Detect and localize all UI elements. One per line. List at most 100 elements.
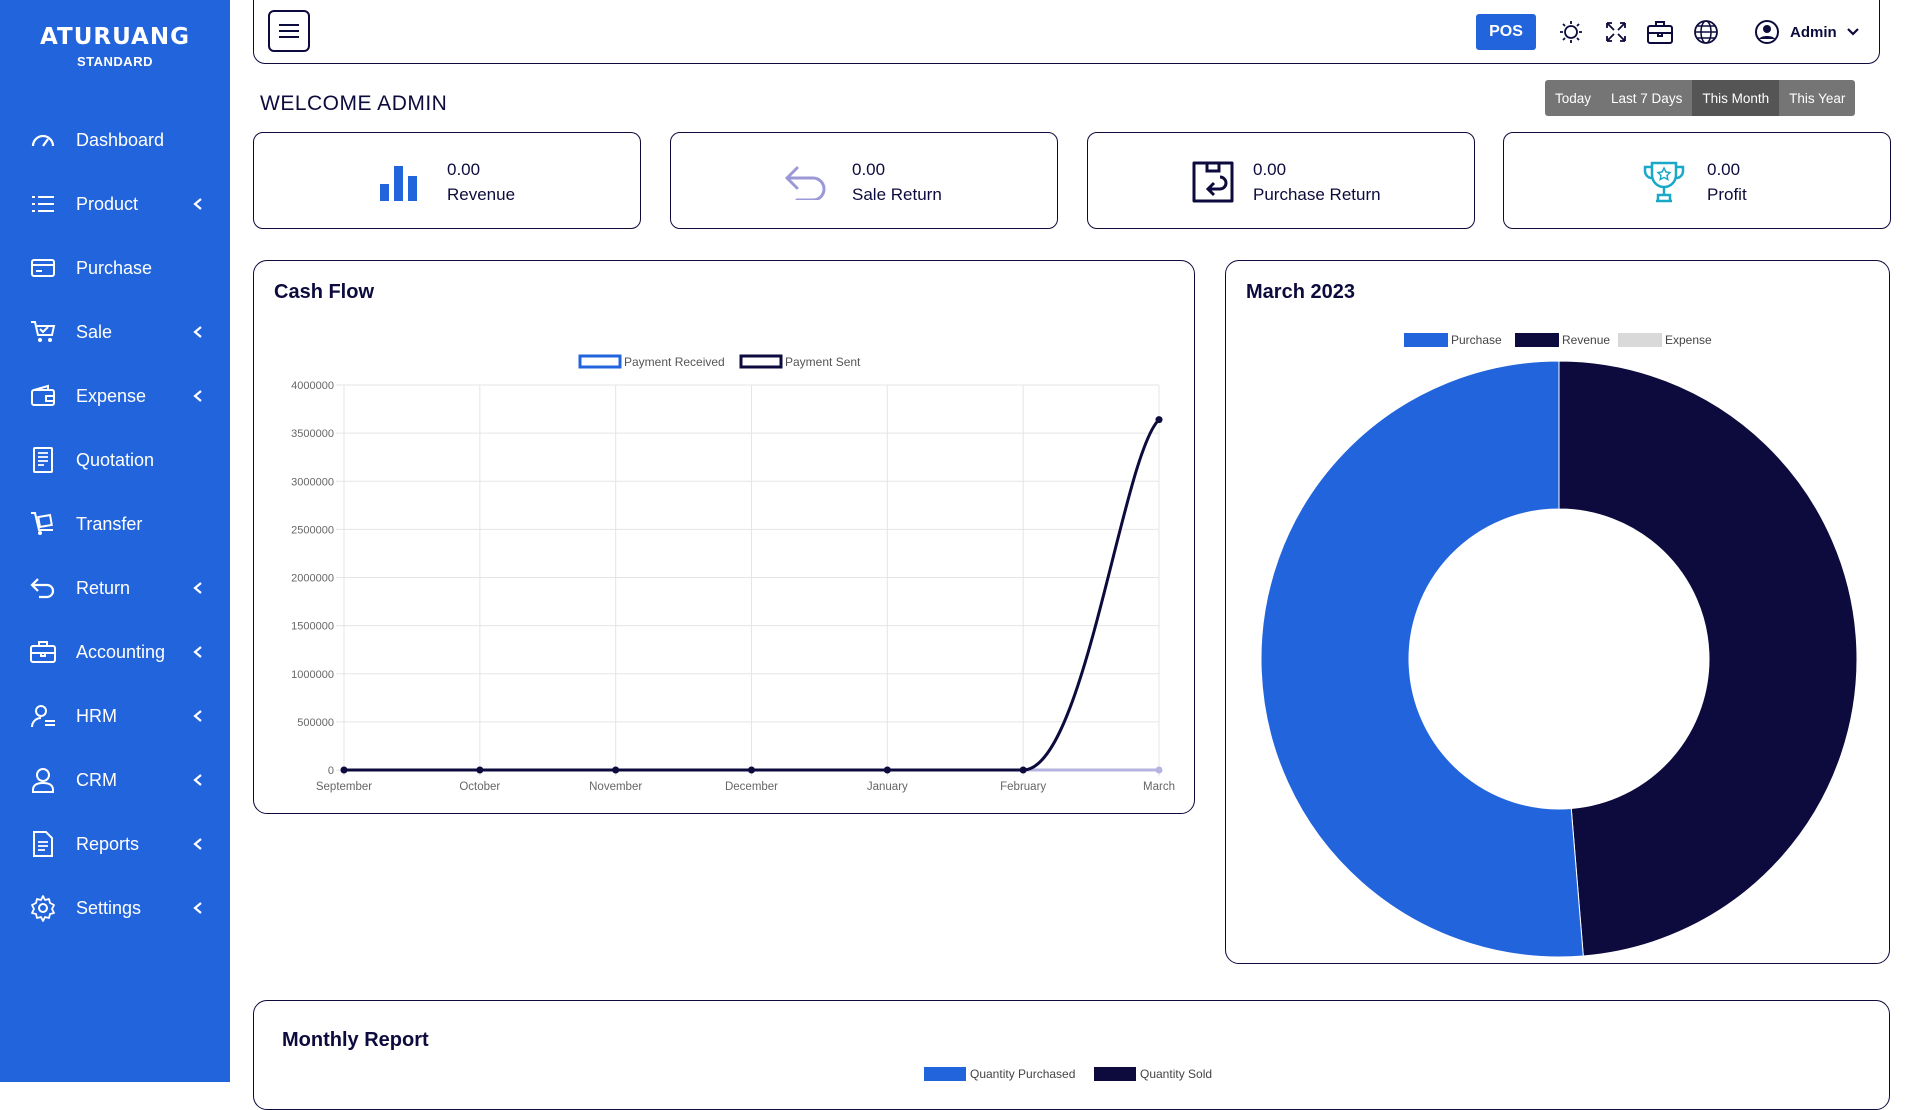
legend-label: Quantity Sold (1140, 1067, 1213, 1081)
date-range-selector: Today Last 7 Days This Month This Year (1545, 80, 1856, 116)
legend-swatch (1618, 333, 1662, 347)
wallet-icon (28, 381, 58, 411)
avatar (1755, 20, 1779, 44)
sidebar-item-label: Quotation (76, 449, 155, 470)
data-point[interactable] (748, 766, 755, 774)
chevron-left-icon (190, 194, 206, 214)
sidebar-item-label: Settings (76, 897, 142, 918)
fullscreen-icon[interactable] (1602, 18, 1630, 46)
y-tick-label: 500000 (297, 717, 334, 729)
legend-swatch (1515, 333, 1559, 347)
data-point[interactable] (1019, 766, 1027, 774)
sidebar-item-label: Accounting (76, 641, 166, 662)
slice-revenue[interactable] (1558, 360, 1858, 957)
return-icon (781, 157, 831, 207)
sidebar-nav: Dashboard Product Purchase Sale Expense Quota… (0, 108, 230, 940)
page-title: WELCOME ADMIN (260, 92, 448, 115)
sidebar-item-label: Dashboard (76, 129, 165, 150)
x-tick-label: January (867, 781, 908, 793)
sale-return-value: 0.00 (852, 160, 886, 179)
sidebar-item-label: Expense (76, 385, 147, 406)
legend-item-1[interactable]: Payment Sent (739, 354, 861, 369)
legend-item-0[interactable]: Payment Received (578, 354, 725, 369)
sidebar-item-label: Sale (76, 321, 113, 342)
data-point[interactable] (476, 766, 484, 774)
brand-logo[interactable]: ATURUANG STANDARD (0, 24, 230, 69)
legend-quantity-sold[interactable]: Quantity Sold (1094, 1067, 1212, 1081)
brand-edition: STANDARD (77, 54, 153, 69)
legend-item-purchase[interactable]: Purchase (1404, 333, 1502, 347)
menu-toggle-button[interactable] (268, 10, 310, 52)
data-point[interactable] (612, 766, 620, 774)
y-tick-label: 4000000 (291, 380, 334, 392)
cash-flow-chart: Payment Received Payment Sent 0 500000 10000… (291, 354, 1175, 793)
legend-swatch (578, 354, 622, 369)
x-tick-label: March (1143, 781, 1175, 793)
trolley-icon (28, 509, 58, 539)
chevron-left-icon (190, 898, 206, 918)
legend-quantity-purchased[interactable]: Quantity Purchased (924, 1067, 1075, 1081)
chevron-left-icon (190, 322, 206, 342)
y-tick-label: 1000000 (291, 669, 334, 681)
sidebar-item-product[interactable]: Product (0, 172, 230, 236)
y-tick-label: 0 (328, 765, 334, 777)
sidebar-item-crm[interactable]: CRM (0, 748, 230, 812)
globe-icon[interactable] (1692, 18, 1720, 46)
user-icon (28, 765, 58, 795)
chevron-left-icon (190, 770, 206, 790)
theme-toggle-icon[interactable] (1557, 18, 1585, 46)
sidebar-item-reports[interactable]: Reports (0, 812, 230, 876)
x-tick-label: February (1000, 781, 1046, 793)
range-this-month[interactable]: This Month (1692, 80, 1780, 116)
chevron-left-icon (190, 706, 206, 726)
sidebar-item-transfer[interactable]: Transfer (0, 492, 230, 556)
x-tick-label: December (725, 781, 778, 793)
x-tick-label: September (316, 781, 372, 793)
sidebar: ATURUANG STANDARD Dashboard Product Purcha… (0, 0, 230, 1082)
report-icon (28, 829, 58, 859)
donut-panel: March 2023 Purchase Revenue Expense (1225, 260, 1890, 964)
sidebar-item-label: HRM (76, 705, 117, 726)
user-menu[interactable]: Admin (1754, 18, 1861, 46)
legend-swatch (739, 354, 783, 369)
sidebar-item-hrm[interactable]: HRM (0, 684, 230, 748)
gauge-icon (28, 125, 58, 155)
range-today[interactable]: Today (1545, 80, 1601, 116)
data-point[interactable] (883, 766, 891, 774)
legend-swatch (1404, 333, 1448, 347)
chevron-left-icon (190, 386, 206, 406)
pos-button[interactable]: POS (1476, 14, 1536, 50)
monthly-report-panel: Monthly Report Quantity Purchased Quanti… (253, 1000, 1890, 1110)
hamburger-icon (279, 24, 299, 38)
range-this-year[interactable]: This Year (1779, 80, 1855, 116)
slice-purchase[interactable] (1260, 360, 1584, 958)
sidebar-item-label: Transfer (76, 513, 143, 534)
sale-return-label: Sale Return (852, 185, 942, 204)
sidebar-item-label: Purchase (76, 257, 153, 278)
sidebar-item-expense[interactable]: Expense (0, 364, 230, 428)
y-tick-label: 2500000 (291, 524, 334, 536)
sidebar-item-accounting[interactable]: Accounting (0, 620, 230, 684)
purchase-return-card: 0.00 Purchase Return (1087, 132, 1475, 229)
sidebar-item-sale[interactable]: Sale (0, 300, 230, 364)
cart-icon (28, 317, 58, 347)
sidebar-item-purchase[interactable]: Purchase (0, 236, 230, 300)
gear-icon (28, 893, 58, 923)
data-point[interactable] (340, 766, 348, 774)
x-tick-label: October (459, 781, 500, 793)
return-arrow-icon (28, 573, 58, 603)
data-point[interactable] (1155, 416, 1163, 424)
list-icon (28, 189, 58, 219)
legend-item-revenue[interactable]: Revenue (1515, 333, 1610, 347)
legend-label: Purchase (1451, 333, 1502, 347)
sidebar-item-dashboard[interactable]: Dashboard (0, 108, 230, 172)
legend-label: Revenue (1562, 333, 1610, 347)
data-point[interactable] (1155, 766, 1163, 774)
sidebar-item-settings[interactable]: Settings (0, 876, 230, 940)
range-last-7-days[interactable]: Last 7 Days (1601, 80, 1692, 116)
sidebar-item-quotation[interactable]: Quotation (0, 428, 230, 492)
legend-item-expense[interactable]: Expense (1618, 333, 1712, 347)
donut-chart: Purchase Revenue Expense (1260, 333, 1858, 958)
briefcase-icon[interactable] (1646, 18, 1674, 46)
sidebar-item-return[interactable]: Return (0, 556, 230, 620)
